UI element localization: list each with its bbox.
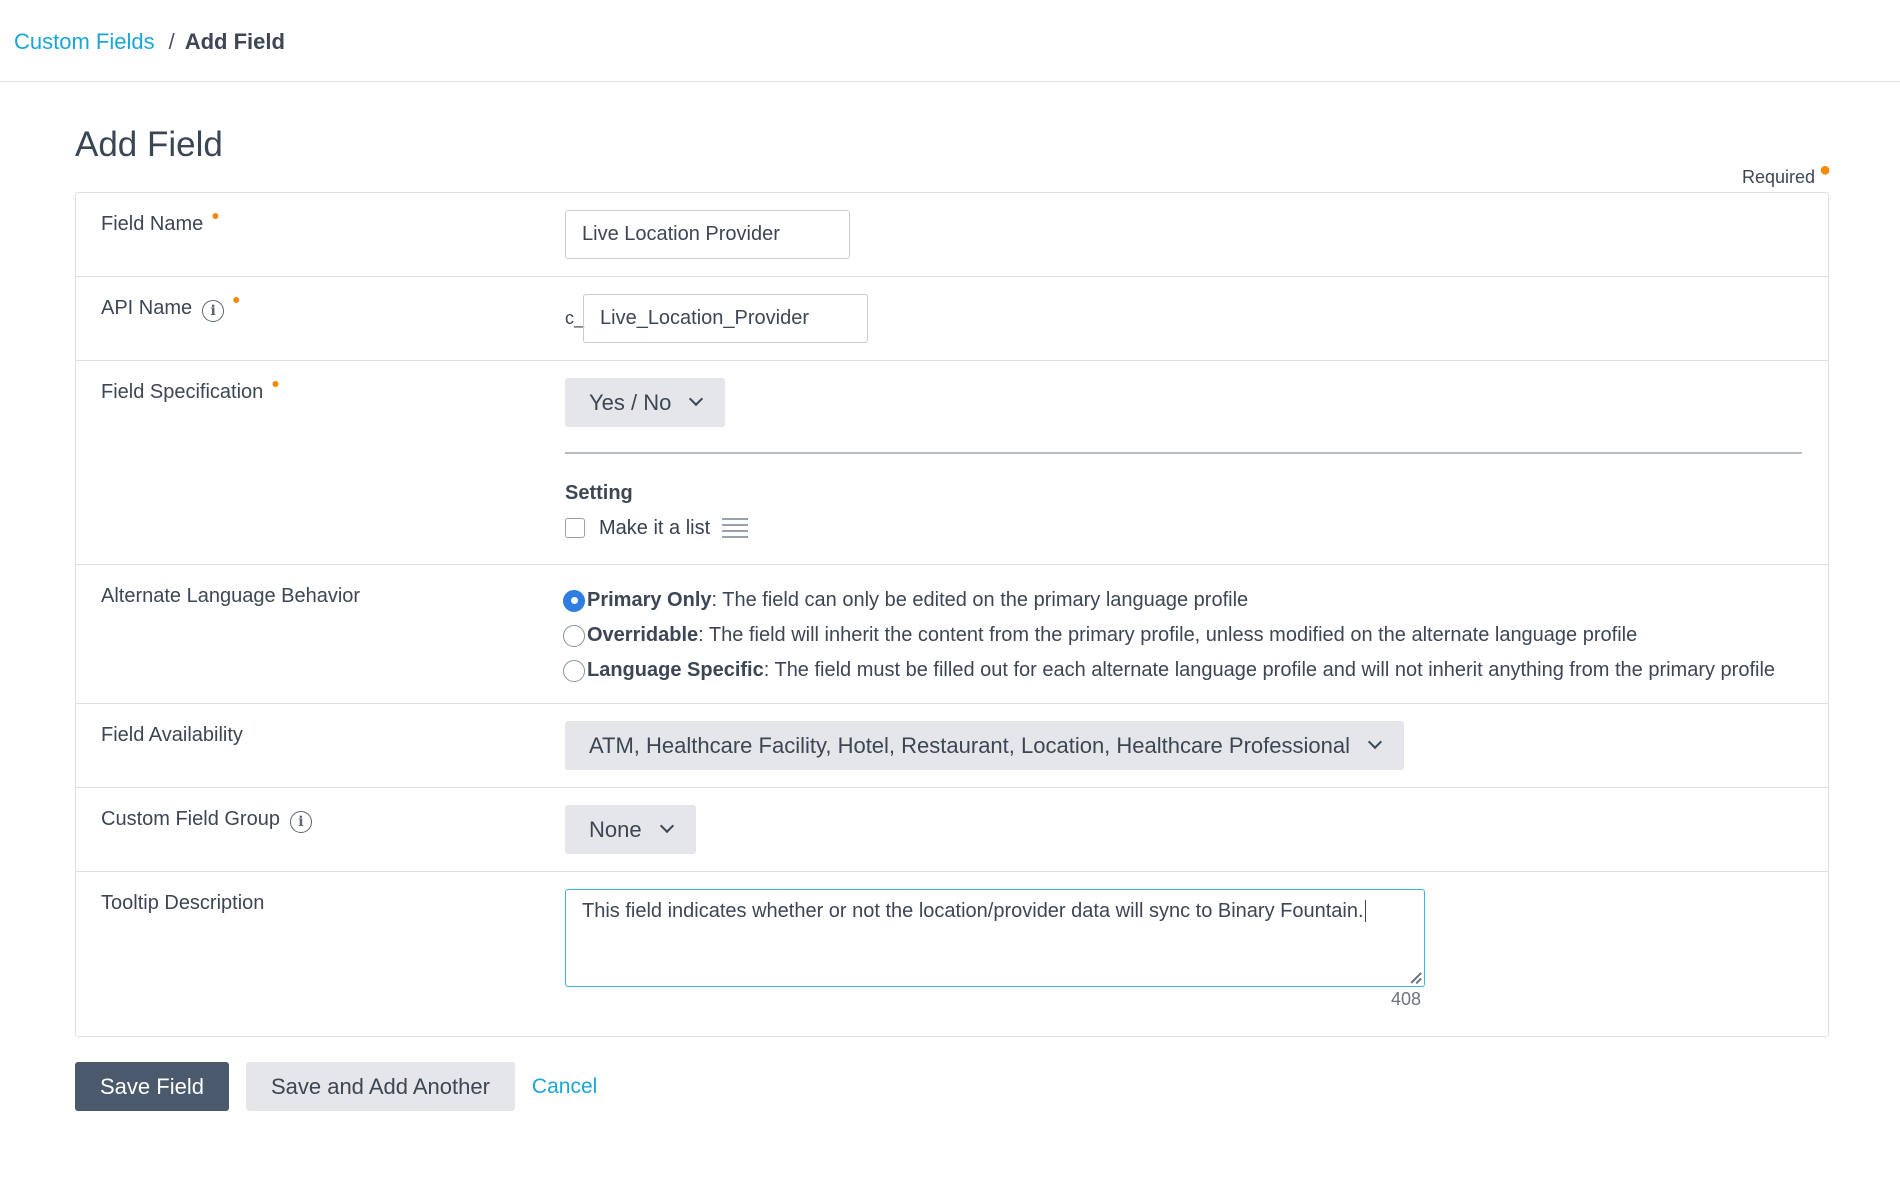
breadcrumb-custom-fields-link[interactable]: Custom Fields <box>14 29 155 55</box>
field-availability-value-cell: ATM, Healthcare Facility, Hotel, Restaur… <box>565 704 1828 787</box>
api-name-label-cell: API Name i ● <box>76 277 565 360</box>
info-icon[interactable]: i <box>202 300 225 322</box>
required-dot-icon: ● <box>1819 159 1832 181</box>
tooltip-description-label: Tooltip Description <box>101 892 265 914</box>
page-title: Add Field <box>75 125 223 164</box>
api-name-value-cell: c_ Live_Location_Provider <box>565 277 1828 360</box>
custom-field-group-label: Custom Field Group <box>101 808 280 830</box>
field-availability-label-cell: Field Availability <box>76 704 565 787</box>
field-specification-selected: Yes / No <box>589 389 672 415</box>
api-name-label: API Name <box>101 297 193 319</box>
field-availability-row: Field Availability ATM, Healthcare Facil… <box>76 704 1828 788</box>
breadcrumb: Custom Fields / Add Field <box>0 0 1900 82</box>
radio-language-specific[interactable]: Language Specific : The field must be fi… <box>563 653 1828 688</box>
required-dot-icon: ● <box>232 291 241 307</box>
make-list-option: Make it a list <box>565 517 1828 540</box>
radio-primary-only-title: Primary Only <box>587 589 712 611</box>
setting-title: Setting <box>565 481 633 504</box>
chevron-down-icon <box>1367 734 1383 749</box>
radio-overridable-title: Overridable <box>587 624 699 646</box>
field-availability-label: Field Availability <box>101 724 243 746</box>
field-name-row: Field Name ● Live Location Provider <box>76 193 1828 277</box>
field-specification-row: Field Specification ● Yes / No Setting M… <box>76 361 1828 565</box>
tooltip-description-textarea[interactable]: This field indicates whether or not the … <box>565 889 1425 987</box>
custom-field-group-value-cell: None <box>565 788 1828 871</box>
alternate-language-row: Alternate Language Behavior Primary Only… <box>76 565 1828 704</box>
radio-primary-only[interactable]: Primary Only : The field can only be edi… <box>563 583 1828 618</box>
api-name-input[interactable]: Live_Location_Provider <box>583 294 868 343</box>
radio-overridable-desc: : The field will inherit the content fro… <box>698 624 1638 646</box>
cancel-link[interactable]: Cancel <box>532 1075 597 1099</box>
field-name-value-cell: Live Location Provider <box>565 193 1828 276</box>
required-dot-icon: ● <box>211 207 220 223</box>
tooltip-description-label-cell: Tooltip Description <box>76 872 565 1036</box>
make-list-checkbox[interactable] <box>565 518 585 538</box>
radio-primary-only-button[interactable] <box>563 589 585 612</box>
required-legend-text: Required <box>1742 167 1816 187</box>
custom-field-group-label-cell: Custom Field Group i <box>76 788 565 871</box>
custom-field-group-row: Custom Field Group i None <box>76 788 1828 872</box>
chevron-down-icon <box>689 391 704 406</box>
breadcrumb-current: Add Field <box>184 28 285 54</box>
field-name-label: Field Name <box>101 213 204 235</box>
breadcrumb-separator: / <box>168 28 175 54</box>
radio-primary-only-desc: : The field can only be edited on the pr… <box>711 589 1249 611</box>
radio-overridable-button[interactable] <box>563 624 585 647</box>
save-and-add-another-button[interactable]: Save and Add Another <box>245 1062 515 1111</box>
form-actions: Save Field Save and Add Another Cancel <box>75 1062 597 1111</box>
api-name-prefix: c_ <box>565 308 585 328</box>
field-name-label-cell: Field Name ● <box>76 193 565 276</box>
save-field-button[interactable]: Save Field <box>75 1062 229 1111</box>
custom-field-group-selected: None <box>589 816 642 842</box>
list-icon <box>722 518 749 538</box>
make-list-label[interactable]: Make it a list <box>599 517 710 540</box>
text-cursor: ​ <box>1364 900 1366 922</box>
resize-handle-icon[interactable] <box>1409 971 1421 983</box>
alternate-language-label: Alternate Language Behavior <box>101 585 361 607</box>
field-name-input[interactable]: Live Location Provider <box>565 210 850 259</box>
required-legend: Required ● <box>1742 159 1831 189</box>
divider <box>565 452 1802 454</box>
custom-field-group-dropdown[interactable]: None <box>565 805 696 854</box>
field-specification-value-cell: Yes / No Setting Make it a list <box>565 361 1828 564</box>
chevron-down-icon <box>659 818 674 833</box>
radio-language-specific-title: Language Specific <box>587 659 764 681</box>
info-icon[interactable]: i <box>289 811 312 833</box>
field-specification-label-cell: Field Specification ● <box>76 361 565 564</box>
tooltip-description-text: This field indicates whether or not the … <box>582 900 1364 922</box>
field-availability-dropdown[interactable]: ATM, Healthcare Facility, Hotel, Restaur… <box>565 721 1404 770</box>
character-counter: 408 <box>1391 989 1422 1009</box>
radio-language-specific-button[interactable] <box>563 659 585 682</box>
add-field-form: Field Name ● Live Location Provider API … <box>75 192 1829 1037</box>
radio-overridable[interactable]: Overridable : The field will inherit the… <box>563 618 1828 653</box>
field-specification-dropdown[interactable]: Yes / No <box>565 378 726 427</box>
radio-language-specific-desc: : The field must be filled out for each … <box>763 659 1776 681</box>
required-dot-icon: ● <box>271 375 280 391</box>
api-name-row: API Name i ● c_ Live_Location_Provider <box>76 277 1828 361</box>
alternate-language-label-cell: Alternate Language Behavior <box>76 565 565 703</box>
alternate-language-value-cell: Primary Only : The field can only be edi… <box>563 565 1828 703</box>
field-specification-label: Field Specification <box>101 381 264 403</box>
tooltip-description-row: Tooltip Description This field indicates… <box>76 872 1828 1036</box>
tooltip-description-value-cell: This field indicates whether or not the … <box>565 872 1828 1036</box>
field-availability-selected: ATM, Healthcare Facility, Hotel, Restaur… <box>589 732 1350 758</box>
